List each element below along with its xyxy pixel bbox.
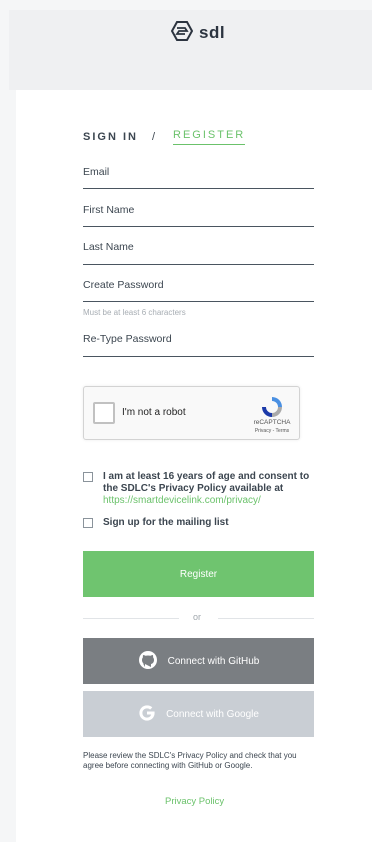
create-password-field[interactable]: Create Password <box>83 279 314 302</box>
create-password-label: Create Password <box>83 279 164 291</box>
last-name-field[interactable]: Last Name <box>83 241 314 265</box>
recaptcha-label: I'm not a robot <box>122 407 186 418</box>
register-button[interactable]: Register <box>83 551 314 597</box>
first-name-label: First Name <box>83 204 135 216</box>
register-button-label: Register <box>179 568 218 580</box>
privacy-url-link[interactable]: https://smartdevicelink.com/privacy/ <box>103 495 261 506</box>
email-label: Email <box>83 166 110 178</box>
recaptcha-widget: I'm not a robot reCAPTCHA Privacy - Term… <box>83 386 300 440</box>
recaptcha-brand: reCAPTCHA <box>253 419 291 426</box>
mailing-list-checkbox[interactable] <box>83 518 93 528</box>
recaptcha-icon <box>260 395 284 419</box>
or-divider: or <box>83 612 314 624</box>
divider-line-left <box>83 618 179 619</box>
password-hint: Must be at least 6 characters <box>83 308 186 317</box>
mailing-list-label: Sign up for the mailing list <box>103 517 229 528</box>
google-icon <box>138 704 156 725</box>
github-icon <box>138 650 158 673</box>
google-connect-button[interactable]: Connect with Google <box>83 691 314 737</box>
brand-name: sdl <box>199 23 226 42</box>
email-field[interactable]: Email <box>83 166 314 189</box>
github-connect-button[interactable]: Connect with GitHub <box>83 638 314 684</box>
google-button-label: Connect with Google <box>166 708 259 720</box>
privacy-note: Please review the SDLC's Privacy Policy … <box>83 751 297 770</box>
auth-tabs: SIGN IN / REGISTER <box>83 128 246 146</box>
first-name-field[interactable]: First Name <box>83 204 314 227</box>
age-consent-label: I am at least 16 years of age and consen… <box>103 471 310 494</box>
retype-password-field[interactable]: Re-Type Password <box>83 333 314 357</box>
divider-line-right <box>218 618 314 619</box>
age-consent-row: I am at least 16 years of age and consen… <box>83 471 314 507</box>
age-consent-checkbox[interactable] <box>83 472 93 482</box>
tab-separator: / <box>151 131 158 143</box>
mailing-list-row: Sign up for the mailing list <box>83 517 229 529</box>
or-text: or <box>193 612 202 622</box>
retype-password-label: Re-Type Password <box>83 333 172 345</box>
tab-register[interactable]: REGISTER <box>173 129 246 145</box>
last-name-label: Last Name <box>83 241 134 253</box>
sdl-logo[interactable]: sdl <box>170 20 226 46</box>
tab-signin[interactable]: SIGN IN <box>83 131 138 143</box>
age-consent-text: I am at least 16 years of age and consen… <box>103 471 314 507</box>
github-button-label: Connect with GitHub <box>167 655 260 667</box>
sdl-logo-icon <box>170 20 194 46</box>
recaptcha-checkbox[interactable] <box>93 402 115 424</box>
recaptcha-terms[interactable]: Privacy - Terms <box>244 428 300 434</box>
privacy-policy-link[interactable]: Privacy Policy <box>165 796 224 807</box>
